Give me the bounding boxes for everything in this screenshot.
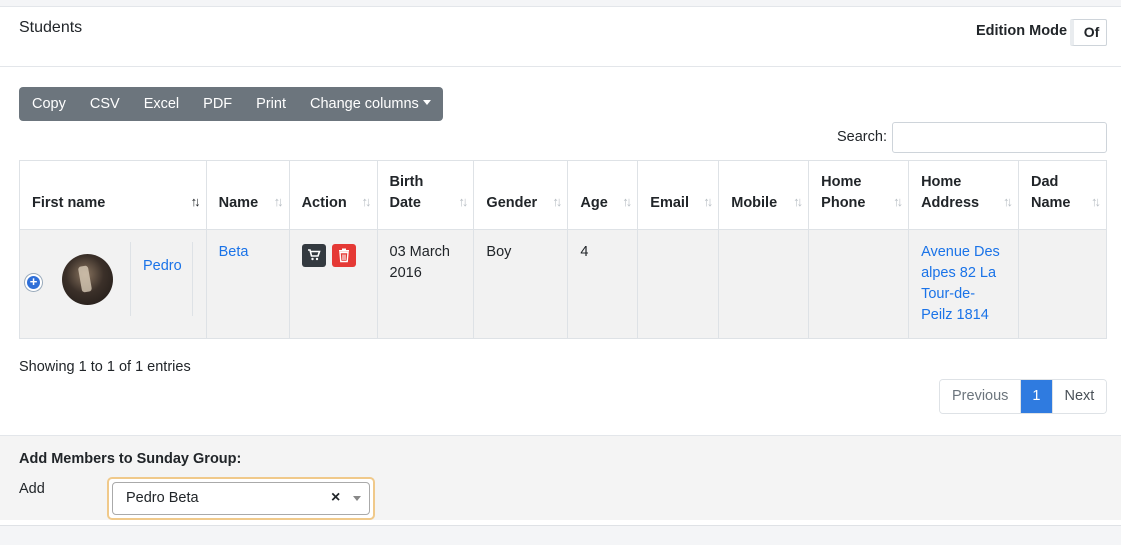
trash-icon: [338, 248, 349, 263]
col-home-address[interactable]: Home Address ↑↓: [908, 160, 1019, 230]
edition-mode-toggle[interactable]: Of: [1070, 19, 1107, 46]
address-link[interactable]: Avenue Des alpes 82 La Tour-de- Peilz 1814: [921, 244, 1000, 323]
cell-mobile: [718, 229, 810, 339]
name-link[interactable]: Beta: [219, 244, 249, 260]
divider: [192, 242, 193, 316]
sort-icon: ↑↓: [793, 194, 803, 209]
col-label: Address: [921, 195, 980, 211]
sort-icon: ↑↓: [458, 194, 468, 209]
col-label: Dad: [1031, 174, 1059, 190]
cell-home-address: Avenue Des alpes 82 La Tour-de- Peilz 1814: [908, 229, 1019, 339]
col-label: Email: [650, 195, 689, 211]
cell-name: Beta: [205, 229, 290, 339]
export-toolbar: Copy CSV Excel PDF Print Change columns: [19, 87, 443, 121]
col-home-phone[interactable]: Home Phone ↑↓: [808, 160, 910, 230]
member-select[interactable]: Pedro Beta ×: [107, 477, 375, 520]
col-label: Home: [821, 174, 862, 190]
search-input[interactable]: [892, 122, 1107, 153]
page-title: Students: [19, 19, 83, 36]
cell-dad-name: [1018, 229, 1107, 339]
col-dad-name[interactable]: Dad Name ↑↓: [1018, 160, 1107, 230]
address-line: Tour-de-: [921, 286, 976, 302]
col-first-name[interactable]: First name ↑↓: [19, 160, 207, 230]
col-mobile[interactable]: Mobile ↑↓: [718, 160, 810, 230]
previous-page-button[interactable]: Previous: [940, 380, 1022, 413]
change-columns-button[interactable]: Change columns: [298, 87, 443, 121]
next-page-button[interactable]: Next: [1051, 380, 1107, 413]
first-name-link[interactable]: Pedro: [143, 256, 182, 277]
pagination: Previous 1 Next: [939, 379, 1108, 414]
print-button[interactable]: Print: [244, 87, 298, 121]
col-label: Birth: [389, 174, 424, 190]
avatar: [62, 254, 113, 305]
col-birth-date[interactable]: Birth Date ↑↓: [376, 160, 475, 230]
col-label: First name: [32, 195, 106, 211]
col-label: Gender: [486, 195, 538, 211]
search-label: Search:: [837, 129, 887, 145]
sort-icon: ↑↓: [361, 194, 372, 209]
col-label: Action: [301, 195, 347, 211]
sort-icon: ↑↓: [893, 194, 903, 209]
cart-button[interactable]: [301, 244, 326, 267]
col-label: Home: [921, 174, 962, 190]
sort-icon: ↑↓: [273, 194, 284, 209]
change-columns-label: Change columns: [309, 96, 419, 112]
sort-icon: ↑↓: [1003, 194, 1013, 209]
table-header-row: First name ↑↓ Name ↑↓ Action ↑↓ Birth Date ↑↓…: [19, 160, 1107, 230]
excel-button[interactable]: Excel: [132, 87, 191, 121]
page-1-button[interactable]: 1: [1021, 380, 1052, 413]
delete-button[interactable]: [331, 244, 356, 267]
sort-icon: ↑↓: [622, 194, 632, 209]
csv-button[interactable]: CSV: [78, 87, 132, 121]
col-gender[interactable]: Gender ↑↓: [473, 160, 569, 230]
col-age[interactable]: Age ↑↓: [567, 160, 639, 230]
cell-home-phone: [808, 229, 910, 339]
col-label: Date: [389, 195, 421, 211]
table-row: + Pedro Beta 03 March 2016 Boy 4 Avenue D…: [19, 229, 1107, 339]
member-select-value: Pedro Beta: [126, 490, 199, 506]
copy-button[interactable]: Copy: [19, 87, 78, 121]
address-line: alpes 82 La: [921, 265, 997, 281]
dropdown-arrow-icon[interactable]: [353, 496, 361, 501]
sort-icon: ↑↓: [703, 194, 713, 209]
col-name[interactable]: Name ↑↓: [205, 160, 290, 230]
cell-age: 4: [567, 229, 639, 339]
cell-birth-date: 03 March 2016: [376, 229, 475, 339]
address-line: Peilz 1814: [921, 307, 989, 323]
plus-circle-icon[interactable]: +: [25, 274, 42, 291]
col-action[interactable]: Action ↑↓: [288, 160, 378, 230]
address-line: Avenue Des: [921, 244, 1000, 260]
clear-selection-icon[interactable]: ×: [331, 489, 340, 507]
cell-action: [288, 229, 378, 339]
add-members-title: Add Members to Sunday Group:: [19, 451, 242, 467]
students-table: First name ↑↓ Name ↑↓ Action ↑↓ Birth Date ↑↓…: [19, 160, 1107, 339]
add-members-footer: Add Members to Sunday Group: Add Pedro B…: [0, 435, 1121, 520]
pdf-button[interactable]: PDF: [191, 87, 244, 121]
col-label: Age: [580, 195, 608, 211]
edition-mode-label: Edition Mode: [976, 23, 1068, 39]
cell-gender: Boy: [473, 229, 569, 339]
col-email[interactable]: Email ↑↓: [637, 160, 720, 230]
sort-icon: ↑↓: [552, 194, 562, 209]
birth-date-line: 03 March: [389, 244, 450, 260]
col-label: Phone: [821, 195, 866, 211]
caret-down-icon: [422, 100, 431, 105]
add-label: Add: [19, 481, 45, 497]
col-label: Mobile: [731, 195, 778, 211]
col-label: Name: [218, 195, 259, 211]
sort-asc-icon: ↑↓: [190, 194, 201, 209]
cell-email: [637, 229, 720, 339]
cell-first-name: + Pedro: [19, 229, 207, 339]
col-label: Name: [1031, 195, 1071, 211]
sort-icon: ↑↓: [1091, 194, 1101, 209]
cart-icon: [307, 249, 321, 261]
card-header: Students Edition Mode Of: [0, 7, 1121, 67]
member-select-box[interactable]: Pedro Beta ×: [112, 482, 370, 515]
table-info: Showing 1 to 1 of 1 entries: [19, 359, 191, 375]
divider: [130, 242, 131, 316]
birth-date-line: 2016: [389, 265, 422, 281]
